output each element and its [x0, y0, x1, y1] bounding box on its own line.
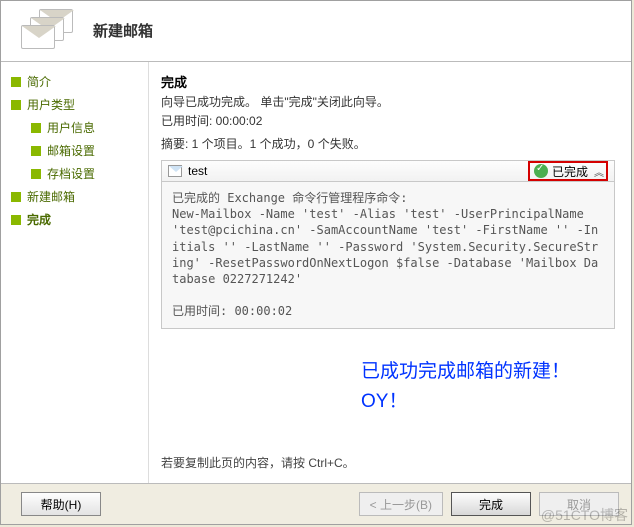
- bullet-icon: [11, 77, 21, 87]
- wizard-header: 新建邮箱: [1, 1, 631, 62]
- summary-line: 摘要: 1 个项目。1 个成功，0 个失败。: [161, 135, 615, 152]
- result-name: test: [188, 164, 528, 178]
- step-user-info: 用户信息: [9, 116, 144, 139]
- command-output: 已完成的 Exchange 命令行管理程序命令: New-Mailbox -Na…: [161, 182, 615, 329]
- success-message: 向导已成功完成。 单击"完成"关闭此向导。: [161, 93, 615, 110]
- result-row[interactable]: test 已完成 ︽: [161, 160, 615, 182]
- content-title: 完成: [161, 72, 615, 91]
- content-panel: 完成 向导已成功完成。 单击"完成"关闭此向导。 已用时间: 00:00:02 …: [149, 62, 631, 483]
- step-complete: 完成: [9, 208, 144, 231]
- status-highlight: 已完成 ︽: [528, 161, 608, 181]
- finish-button[interactable]: 完成: [451, 492, 531, 516]
- copy-hint: 若要复制此页的内容，请按 Ctrl+C。: [161, 454, 615, 475]
- mailbox-item-icon: [168, 165, 182, 177]
- wizard-steps-sidebar: 简介 用户类型 用户信息 邮箱设置 存档设置 新建邮箱 完成: [1, 62, 149, 483]
- chevron-up-icon[interactable]: ︽: [594, 164, 602, 179]
- bullet-icon: [31, 123, 41, 133]
- wizard-title: 新建邮箱: [93, 20, 153, 41]
- elapsed-time: 已用时间: 00:00:02: [161, 112, 615, 129]
- bullet-icon: [31, 169, 41, 179]
- status-text: 已完成: [552, 163, 588, 180]
- bullet-icon: [11, 192, 21, 202]
- step-user-type: 用户类型: [9, 93, 144, 116]
- wizard-body: 简介 用户类型 用户信息 邮箱设置 存档设置 新建邮箱 完成 完成 向导已成功完…: [1, 62, 631, 483]
- bullet-icon: [11, 215, 21, 225]
- help-button[interactable]: 帮助(H): [21, 492, 101, 516]
- bullet-icon: [31, 146, 41, 156]
- mailbox-icon: [21, 9, 77, 51]
- step-archive-settings: 存档设置: [9, 162, 144, 185]
- success-check-icon: [534, 164, 548, 178]
- user-annotation: 已成功完成邮箱的新建！OY！: [161, 357, 615, 418]
- step-mailbox-settings: 邮箱设置: [9, 139, 144, 162]
- step-new-mailbox: 新建邮箱: [9, 185, 144, 208]
- back-button: < 上一步(B): [359, 492, 443, 516]
- wizard-window: 新建邮箱 简介 用户类型 用户信息 邮箱设置 存档设置 新建邮箱 完成 完成 向…: [0, 0, 632, 525]
- wizard-footer: 帮助(H) < 上一步(B) 完成 取消: [1, 483, 631, 524]
- cancel-button: 取消: [539, 492, 619, 516]
- bullet-icon: [11, 100, 21, 110]
- step-intro: 简介: [9, 70, 144, 93]
